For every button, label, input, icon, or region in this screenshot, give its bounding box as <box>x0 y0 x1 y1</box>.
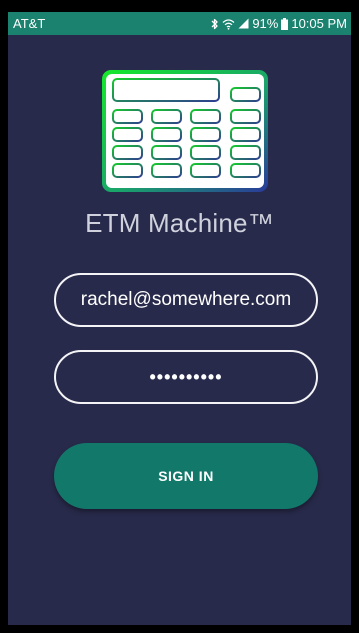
email-input[interactable] <box>56 289 316 311</box>
email-field[interactable] <box>54 273 318 327</box>
app-screen: AT&T 91% 10:05 PM ETM Machine™ rachel@so… <box>8 12 351 625</box>
password-input[interactable] <box>56 366 316 388</box>
status-bar: AT&T 91% 10:05 PM <box>8 12 351 35</box>
battery-icon <box>281 12 289 35</box>
battery-percent: 91% <box>252 16 279 31</box>
wifi-icon <box>222 12 235 35</box>
bluetooth-icon <box>211 12 219 35</box>
calculator-icon <box>102 70 268 192</box>
password-field[interactable] <box>54 350 318 404</box>
carrier-label: AT&T <box>13 16 46 31</box>
status-icons: 91% 10:05 PM <box>211 12 347 35</box>
signal-icon <box>238 12 249 35</box>
sign-in-button[interactable]: SIGN IN <box>54 443 318 509</box>
app-title: ETM Machine™ <box>85 208 274 238</box>
clock-time: 10:05 PM <box>291 16 347 31</box>
